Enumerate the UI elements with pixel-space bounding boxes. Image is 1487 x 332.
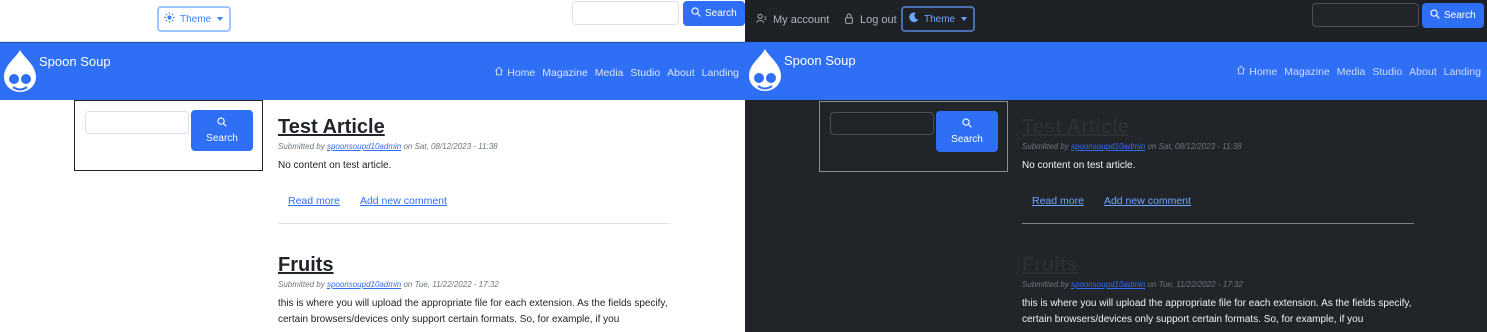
top-bar: Theme Search <box>0 0 745 42</box>
article-links: Read more Add new comment <box>288 195 447 207</box>
submitted-prefix: Submitted by <box>278 280 325 289</box>
article-teaser: Test Article Submitted by spoonsoupd10ad… <box>278 116 673 207</box>
article-teaser: Fruits Submitted by spoonsoupd10admin on… <box>1022 254 1417 328</box>
submitted-prefix: Submitted by <box>1022 280 1069 289</box>
site-name[interactable]: Spoon Soup <box>784 53 856 68</box>
nav-item-landing[interactable]: Landing <box>1444 66 1481 78</box>
theme-label: Theme <box>180 13 212 25</box>
read-more-link[interactable]: Read more <box>1032 195 1084 207</box>
home-icon <box>494 66 504 79</box>
sidebar-search-button[interactable]: Search <box>191 110 253 151</box>
nav-item-about[interactable]: About <box>1409 66 1436 78</box>
my-account-label: My account <box>773 14 830 26</box>
sidebar-search-label: Search <box>951 134 983 145</box>
my-account-link[interactable]: My account <box>756 13 829 27</box>
sidebar-search-input[interactable] <box>85 111 189 134</box>
search-button-label: Search <box>1444 10 1476 21</box>
search-icon <box>962 118 972 131</box>
article-date: on Sat, 08/12/2023 - 11:38 <box>403 142 498 151</box>
moon-icon <box>908 12 919 26</box>
nav-item-media[interactable]: Media <box>595 67 624 79</box>
theme-toggle-button[interactable]: Theme <box>901 6 976 32</box>
submitted-line: Submitted by spoonsoupd10admin on Sat, 0… <box>278 142 673 151</box>
sun-icon <box>164 12 175 26</box>
article-body: this is where you will upload the approp… <box>278 298 668 325</box>
nav-item-magazine[interactable]: Magazine <box>542 67 588 79</box>
search-button-label: Search <box>705 8 737 19</box>
nav-label: Home <box>1249 65 1278 78</box>
article-links: Read more Add new comment <box>1032 195 1191 207</box>
submitted-line: Submitted by spoonsoupd10admin on Tue, 1… <box>1022 280 1417 289</box>
submitted-prefix: Submitted by <box>1022 142 1069 151</box>
home-icon <box>1236 65 1246 78</box>
sidebar-search-block: Search <box>819 101 1008 172</box>
submitted-line: Submitted by spoonsoupd10admin on Sat, 0… <box>1022 142 1417 151</box>
sidebar-search-button[interactable]: Search <box>936 111 998 152</box>
submitted-line: Submitted by spoonsoupd10admin on Tue, 1… <box>278 280 673 289</box>
article-title[interactable]: Test Article <box>278 116 673 139</box>
nav-item-about[interactable]: About <box>667 67 694 79</box>
nav-item-home[interactable]: Home <box>1236 65 1277 78</box>
top-search-input[interactable] <box>572 1 679 25</box>
article-body: No content on test article. <box>278 160 392 171</box>
author-link[interactable]: spoonsoupd10admin <box>327 280 401 289</box>
read-more-link[interactable]: Read more <box>288 195 340 207</box>
add-comment-link[interactable]: Add new comment <box>360 195 447 207</box>
main-nav: Home Magazine Media Studio About Landing <box>494 66 739 79</box>
nav-item-studio[interactable]: Studio <box>630 67 660 79</box>
log-out-link[interactable]: Log out <box>844 13 897 27</box>
chevron-down-icon <box>961 17 968 21</box>
article-teaser: Fruits Submitted by spoonsoupd10admin on… <box>278 254 673 328</box>
sidebar-search-label: Search <box>206 133 238 144</box>
top-search-button[interactable]: Search <box>683 1 745 26</box>
nav-item-home[interactable]: Home <box>494 66 535 79</box>
light-theme-pane: Theme Search Spoon Soup Home Magazine Me… <box>0 0 745 332</box>
nav-item-landing[interactable]: Landing <box>702 67 739 79</box>
person-icon <box>756 13 767 27</box>
article-title[interactable]: Test Article <box>1022 116 1417 139</box>
article-title[interactable]: Fruits <box>1022 254 1417 277</box>
sidebar-search-input[interactable] <box>830 112 934 135</box>
article-date: on Tue, 11/22/2022 - 17:32 <box>403 280 499 289</box>
search-icon <box>691 7 701 20</box>
nav-label: Home <box>507 66 536 79</box>
article-date: on Sat, 08/12/2023 - 11:38 <box>1147 142 1242 151</box>
drupal-drop-logo[interactable] <box>2 49 38 93</box>
top-bar: My account Log out Theme Search <box>745 0 1487 42</box>
search-icon <box>217 117 227 130</box>
top-search-button[interactable]: Search <box>1422 3 1484 28</box>
sidebar-search-block: Search <box>74 100 263 171</box>
log-out-label: Log out <box>860 14 897 26</box>
main-nav: Home Magazine Media Studio About Landing <box>1236 65 1481 78</box>
article-divider <box>278 223 670 224</box>
article-divider <box>1022 223 1414 224</box>
site-navbar: Spoon Soup Home Magazine Media Studio Ab… <box>745 42 1487 100</box>
theme-toggle-button[interactable]: Theme <box>157 6 232 32</box>
lock-icon <box>844 13 854 27</box>
article-date: on Tue, 11/22/2022 - 17:32 <box>1147 280 1243 289</box>
author-link[interactable]: spoonsoupd10admin <box>327 142 401 151</box>
nav-item-magazine[interactable]: Magazine <box>1284 66 1330 78</box>
theme-label: Theme <box>924 13 956 25</box>
submitted-prefix: Submitted by <box>278 142 325 151</box>
chevron-down-icon <box>217 17 224 21</box>
article-title[interactable]: Fruits <box>278 254 673 277</box>
drupal-drop-logo[interactable] <box>747 48 783 92</box>
article-body: this is where you will upload the approp… <box>1022 298 1412 325</box>
nav-item-studio[interactable]: Studio <box>1372 66 1402 78</box>
author-link[interactable]: spoonsoupd10admin <box>1071 280 1145 289</box>
author-link[interactable]: spoonsoupd10admin <box>1071 142 1145 151</box>
search-icon <box>1430 9 1440 22</box>
nav-item-media[interactable]: Media <box>1337 66 1366 78</box>
dark-theme-pane: My account Log out Theme Search Spoon So… <box>745 0 1487 332</box>
site-name[interactable]: Spoon Soup <box>39 54 111 69</box>
article-teaser: Test Article Submitted by spoonsoupd10ad… <box>1022 116 1417 207</box>
article-body: No content on test article. <box>1022 160 1136 171</box>
top-search-input[interactable] <box>1312 3 1419 27</box>
site-navbar: Spoon Soup Home Magazine Media Studio Ab… <box>0 42 745 100</box>
add-comment-link[interactable]: Add new comment <box>1104 195 1191 207</box>
